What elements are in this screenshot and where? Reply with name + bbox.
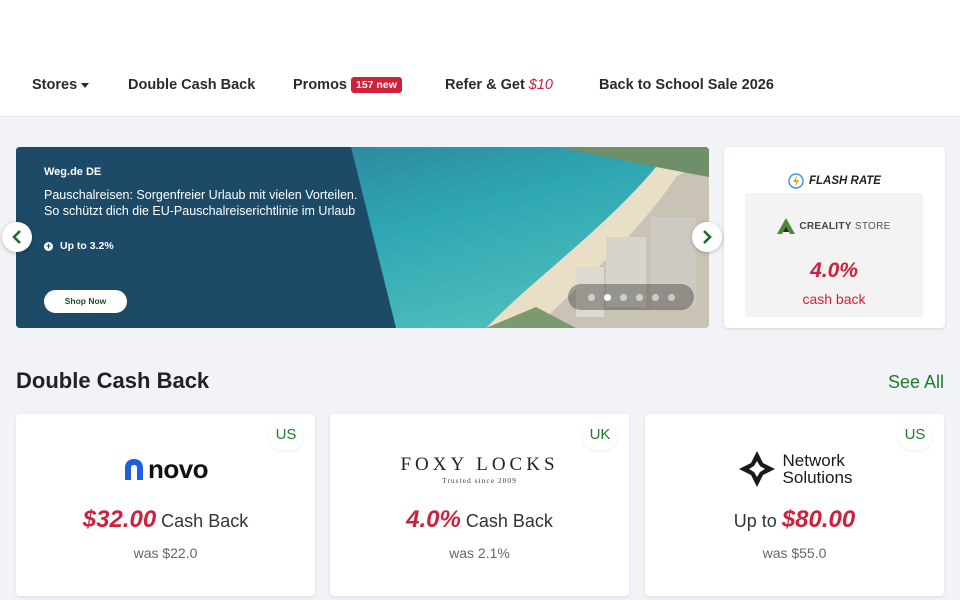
nav-promos-label: Promos: [293, 77, 347, 93]
flash-rate-card[interactable]: FLASH RATE CREALITY STORE 4.0% cash back: [724, 147, 945, 328]
nav-promos[interactable]: Promos 157 new: [293, 77, 402, 93]
was-rate: was $22.0: [133, 545, 198, 561]
plus-circle-icon: +: [44, 240, 53, 251]
hero-carousel[interactable]: Weg.de DE Pauschalreisen: Sorgenfreier U…: [16, 147, 709, 328]
offer-amount: $80.00: [781, 506, 856, 533]
offer-text: $32.00 Cash Back: [82, 506, 249, 533]
foxy-locks-logo: FOXY LOCKS Trusted since 2009: [400, 453, 559, 485]
novo-logo: novo: [16, 448, 315, 490]
nav-back-to-school[interactable]: Back to School Sale 2026: [599, 77, 774, 93]
network-solutions-logo: Network Solutions: [645, 448, 944, 490]
carousel-dot-3[interactable]: [619, 293, 627, 301]
flash-store-panel: CREALITY STORE 4.0% cash back: [745, 193, 923, 317]
creality-store-logo: CREALITY STORE: [745, 218, 923, 234]
offer-amount: $32.00: [82, 506, 157, 533]
lightning-icon: [788, 173, 804, 189]
carousel-dots: [568, 284, 694, 310]
top-nav-bar: Stores Double Cash Back Promos 157 new R…: [0, 0, 960, 117]
creality-logo-icon: [777, 218, 796, 234]
chevron-down-icon: [81, 82, 90, 88]
shop-now-button[interactable]: Shop Now: [44, 290, 127, 313]
chevron-right-icon: [703, 230, 712, 244]
hero-store-name: Weg.de DE: [44, 166, 102, 178]
refer-amount: $10: [528, 77, 553, 93]
region-badge: US: [898, 424, 932, 450]
nav-double-cash-back-label: Double Cash Back: [128, 77, 256, 93]
carousel-dot-6[interactable]: [667, 293, 675, 301]
offer-amount: 4.0%: [406, 506, 461, 533]
carousel-dot-1[interactable]: [587, 293, 595, 301]
nav-double-cash-back[interactable]: Double Cash Back: [128, 77, 255, 93]
hero-rate: + Up to 3.2%: [44, 240, 114, 252]
carousel-dot-2[interactable]: [603, 293, 611, 301]
store-card-network-solutions[interactable]: US Network Solutions Up to $80.00 was $5…: [645, 414, 944, 596]
offer-text: 4.0% Cash Back: [406, 506, 553, 533]
novo-logo-icon: [124, 459, 143, 480]
hero-description: Pauschalreisen: Sorgenfreier Urlaub mit …: [44, 188, 358, 218]
nav-stores-dropdown[interactable]: Stores: [32, 77, 90, 93]
see-all-link[interactable]: See All: [888, 372, 944, 393]
region-badge: UK: [583, 424, 617, 450]
flash-rate-unit: cash back: [802, 291, 866, 307]
flash-rate-value: 4.0%: [810, 259, 858, 282]
promos-new-badge: 157 new: [351, 77, 402, 93]
store-card-foxy-locks[interactable]: UK FOXY LOCKS Trusted since 2009 4.0% Ca…: [330, 414, 629, 596]
flash-rate-header: FLASH RATE: [724, 173, 945, 189]
section-title: Double Cash Back: [16, 368, 210, 393]
offer-text: Up to $80.00: [733, 506, 856, 533]
was-rate: was $55.0: [762, 545, 827, 561]
carousel-dot-5[interactable]: [651, 293, 659, 301]
store-card-novo[interactable]: US novo $32.00 Cash Back was $22.0: [16, 414, 315, 596]
nav-stores-label: Stores: [32, 77, 78, 93]
region-badge: US: [269, 424, 303, 450]
carousel-prev-button[interactable]: [2, 222, 32, 252]
nav-back-to-school-label: Back to School Sale 2026: [599, 77, 774, 93]
carousel-dot-4[interactable]: [635, 293, 643, 301]
nav-refer[interactable]: Refer & Get $10: [445, 77, 553, 93]
carousel-next-button[interactable]: [692, 222, 722, 252]
network-solutions-logo-icon: [738, 451, 775, 487]
flash-rate-label: FLASH RATE: [809, 175, 881, 187]
was-rate: was 2.1%: [449, 545, 510, 561]
hero-rate-text: Up to 3.2%: [60, 240, 114, 252]
chevron-left-icon: [12, 230, 21, 244]
nav-refer-label: Refer & Get: [445, 77, 525, 93]
